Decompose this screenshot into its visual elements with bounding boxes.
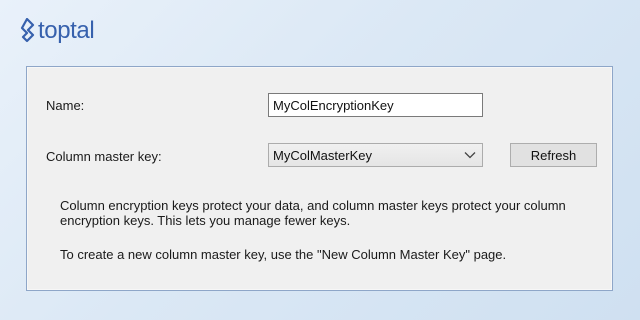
column-master-key-selected-value: MyColMasterKey [273, 147, 372, 163]
toptal-logo: toptal [19, 16, 95, 46]
column-master-key-select[interactable]: MyColMasterKey [268, 143, 483, 167]
refresh-button[interactable]: Refresh [510, 143, 597, 167]
help-text-keys: Column encryption keys protect your data… [60, 198, 566, 228]
name-label: Name: [46, 98, 85, 113]
toptal-logo-icon [20, 18, 35, 43]
new-column-encryption-key-dialog: Name: MyColEncryptionKey Column master k… [26, 66, 613, 291]
logo-text: toptal [38, 17, 95, 44]
name-input[interactable]: MyColEncryptionKey [268, 93, 483, 117]
column-master-key-label: Column master key: [46, 149, 162, 164]
help-text-create-master-key: To create a new column master key, use t… [60, 247, 507, 262]
chevron-down-icon [464, 152, 476, 159]
